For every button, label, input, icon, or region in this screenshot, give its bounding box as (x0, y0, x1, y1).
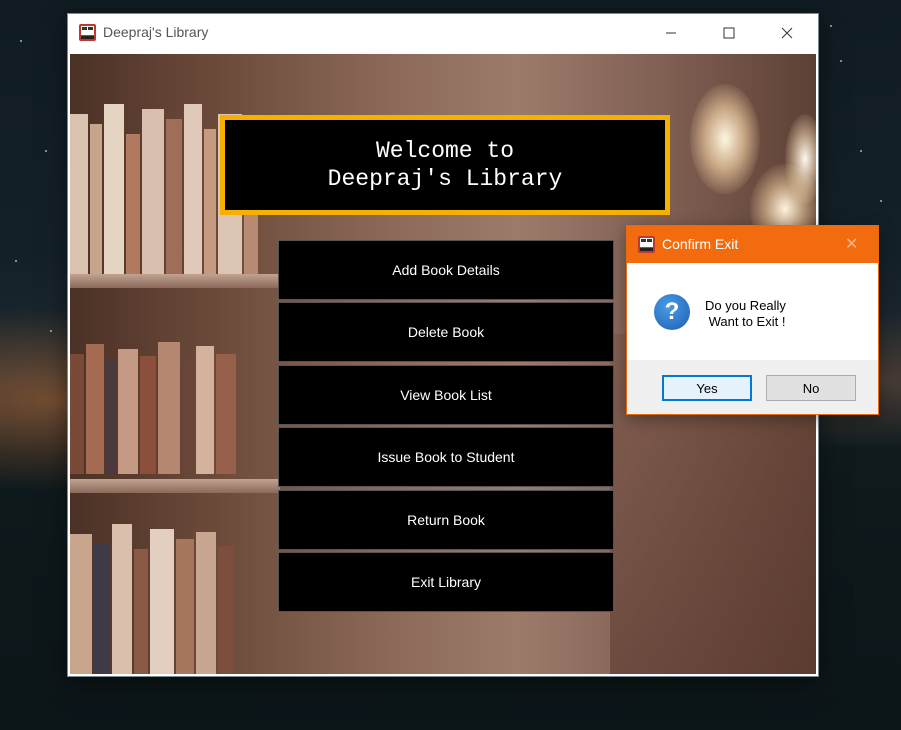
yes-button[interactable]: Yes (662, 375, 752, 401)
view-book-list-button[interactable]: View Book List (278, 365, 614, 425)
close-icon: ✕ (845, 234, 859, 253)
banner-line-2: Deepraj's Library (327, 166, 563, 192)
window-title: Deepraj's Library (103, 24, 209, 40)
confirm-exit-dialog: Confirm Exit ✕ ? Do you Really Want to E… (627, 226, 878, 414)
maximize-button[interactable] (700, 14, 758, 52)
return-book-button[interactable]: Return Book (278, 490, 614, 550)
question-icon: ? (654, 294, 690, 330)
minimize-icon (666, 32, 676, 34)
dialog-titlebar[interactable]: Confirm Exit ✕ (627, 226, 878, 263)
add-book-button[interactable]: Add Book Details (278, 240, 614, 300)
delete-book-button[interactable]: Delete Book (278, 302, 614, 362)
app-logo-icon (79, 24, 96, 41)
dialog-message: Do you Really Want to Exit ! (705, 298, 786, 329)
maximize-icon (723, 27, 735, 39)
app-logo-icon (638, 236, 655, 253)
minimize-button[interactable] (642, 14, 700, 52)
no-button[interactable]: No (766, 375, 856, 401)
exit-library-button[interactable]: Exit Library (278, 552, 614, 612)
dialog-close-button[interactable]: ✕ (845, 234, 858, 253)
dialog-title: Confirm Exit (662, 236, 739, 252)
close-icon (781, 27, 793, 39)
welcome-banner: Welcome to Deepraj's Library (220, 115, 670, 215)
close-button[interactable] (758, 14, 816, 52)
banner-line-1: Welcome to (375, 138, 515, 164)
issue-book-button[interactable]: Issue Book to Student (278, 427, 614, 487)
window-titlebar[interactable]: Deepraj's Library (68, 14, 818, 52)
